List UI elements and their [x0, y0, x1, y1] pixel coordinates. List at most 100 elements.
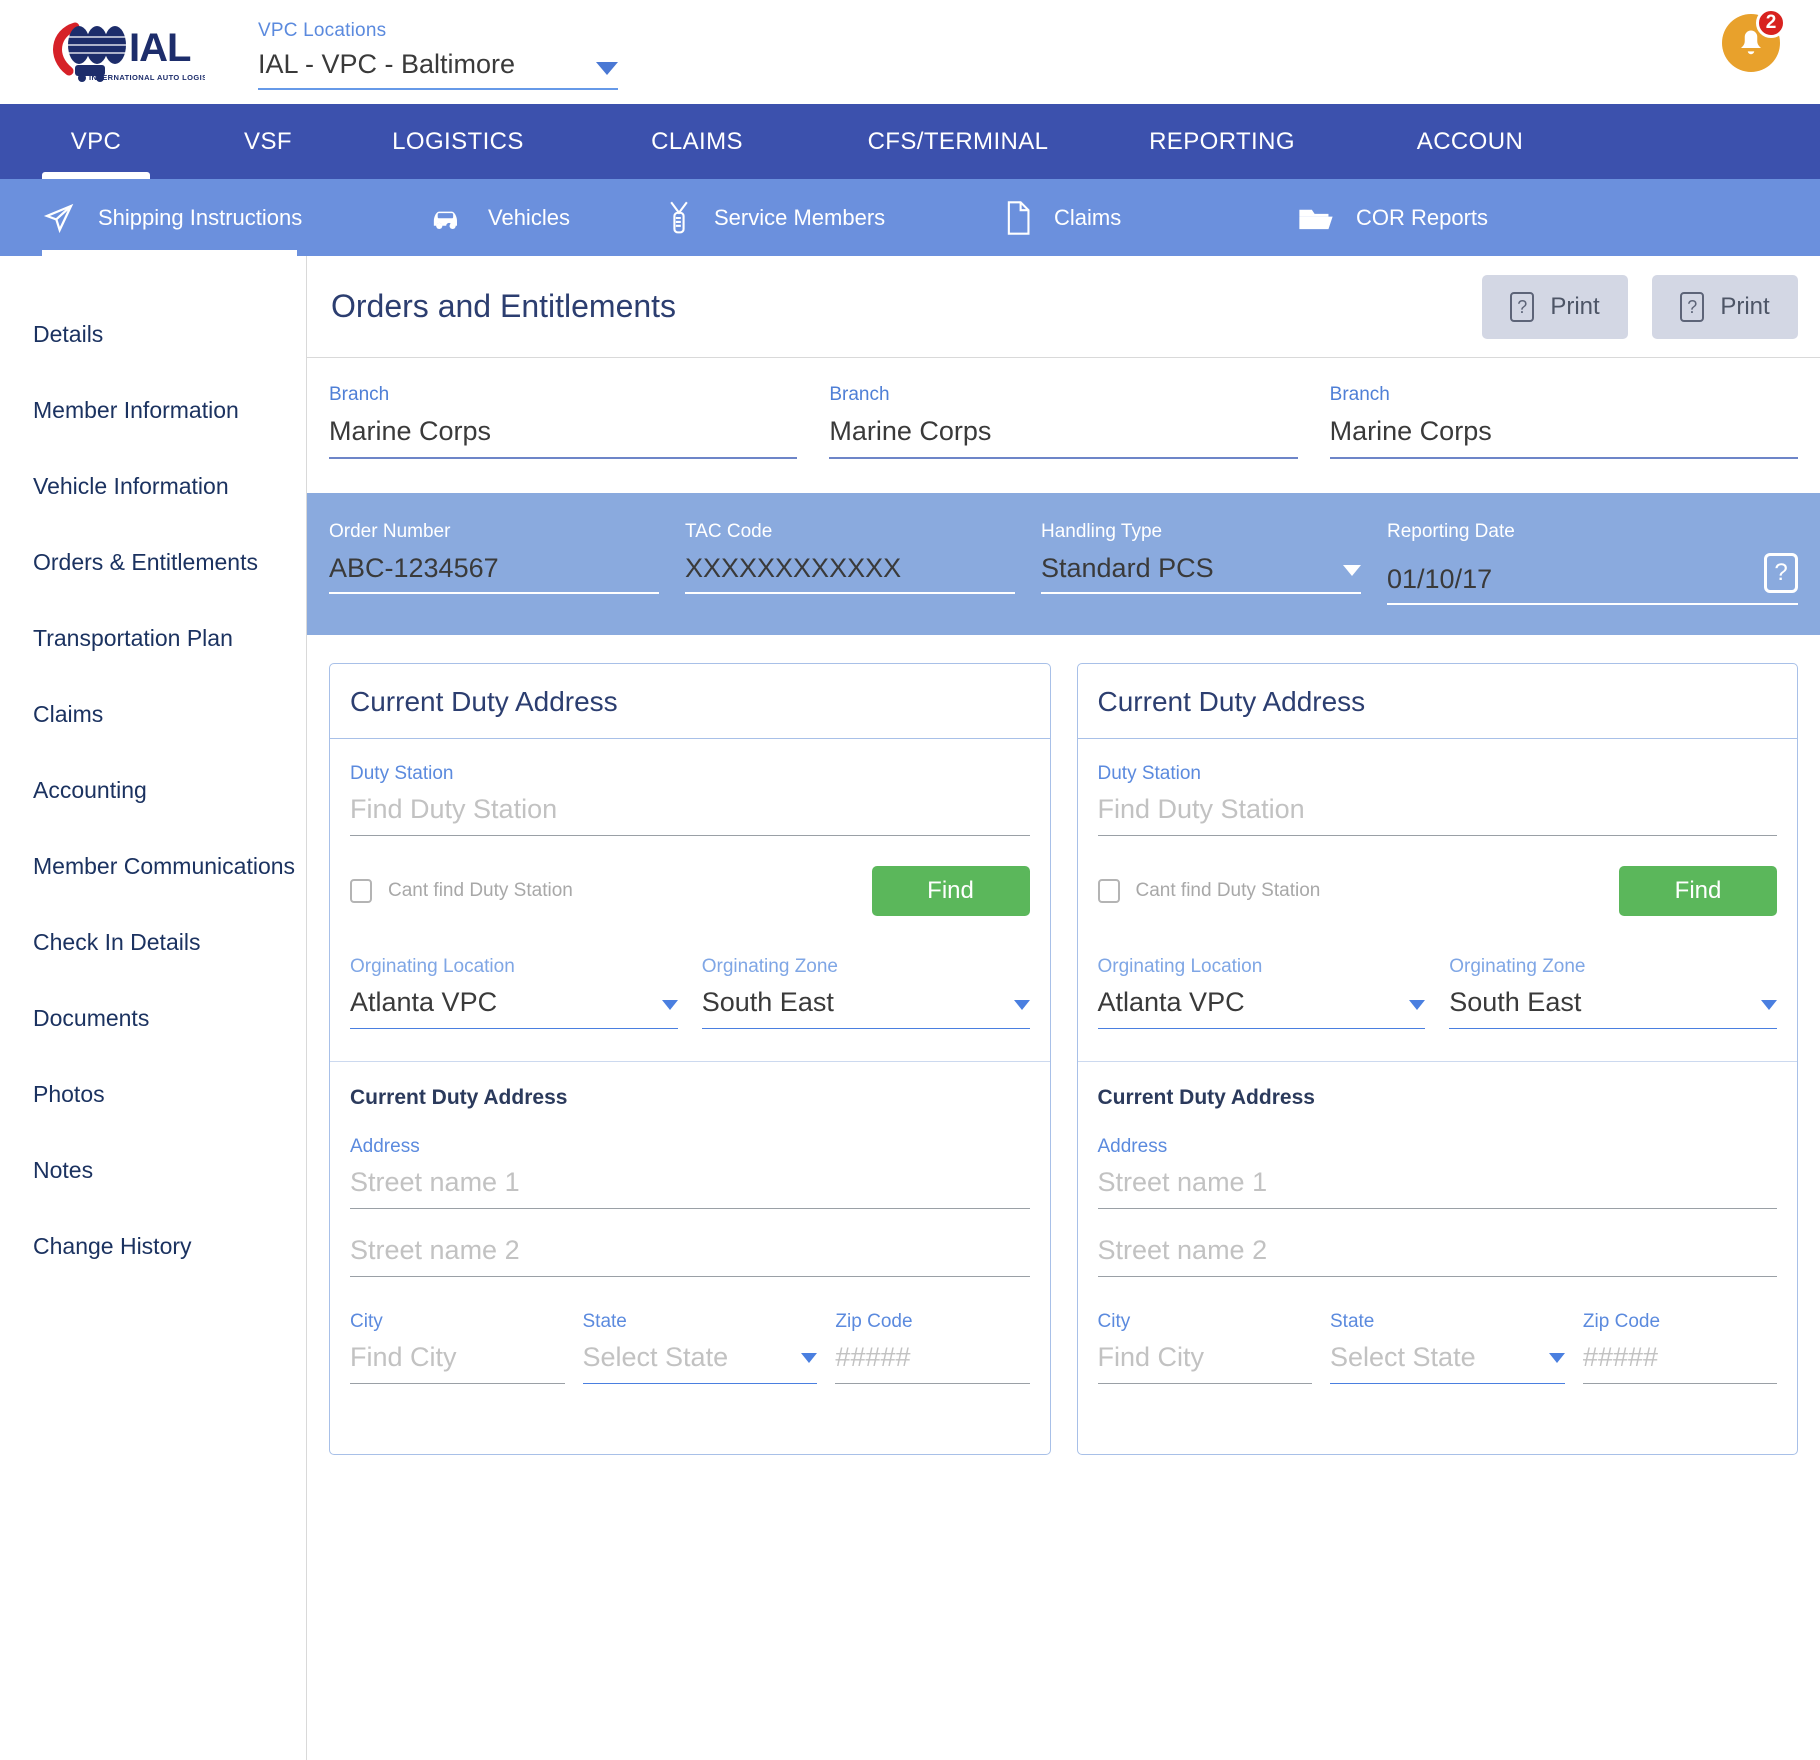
svg-text:INTERNATIONAL AUTO LOGISTICS: INTERNATIONAL AUTO LOGISTICS: [89, 73, 205, 82]
nav-tab-vsf[interactable]: VSF: [192, 104, 344, 179]
card-2-address-label: Address: [1097, 1136, 1168, 1157]
branch-field-1[interactable]: Branch Marine Corps: [329, 384, 798, 459]
card-2-street2-input[interactable]: Street name 2: [1097, 1235, 1777, 1277]
chevron-down-icon: [596, 62, 618, 75]
duty-address-cards: Current Duty Address Duty Station Find D…: [307, 635, 1820, 1455]
vpc-location-value: IAL - VPC - Baltimore: [258, 49, 516, 79]
sidebar-item-check-in-details[interactable]: Check In Details: [0, 904, 306, 980]
page-title: Orders and Entitlements: [331, 288, 677, 324]
nav-tab-cfs-terminal[interactable]: CFS/TERMINAL: [822, 104, 1094, 179]
card-1-zip-field[interactable]: Zip Code #####: [835, 1311, 1030, 1384]
subnav-label-shipping-instructions: Shipping Instructions: [98, 204, 303, 230]
sidebar-item-documents[interactable]: Documents: [0, 980, 306, 1056]
chevron-down-icon: [1343, 565, 1361, 576]
sidebar-item-member-communications[interactable]: Member Communications: [0, 828, 306, 904]
sidebar-item-photos[interactable]: Photos: [0, 1056, 306, 1132]
branch-value-3: Marine Corps: [1329, 416, 1798, 459]
chevron-down-icon: [801, 1353, 818, 1363]
sidebar-item-details[interactable]: Details: [0, 296, 306, 372]
tac-code-label: TAC Code: [685, 521, 773, 542]
app-logo[interactable]: IAL INTERNATIONAL AUTO LOGISTICS: [0, 21, 222, 83]
chevron-down-icon: [1548, 1353, 1565, 1363]
card-1-originating-location-select[interactable]: Orginating Location Atlanta VPC: [350, 956, 678, 1029]
card-1-originating-zone-select[interactable]: Orginating Zone South East: [701, 956, 1030, 1029]
sidebar-item-orders-entitlements[interactable]: Orders & Entitlements: [0, 524, 306, 600]
duty-address-card-1: Current Duty Address Duty Station Find D…: [329, 663, 1051, 1455]
svg-text:IAL: IAL: [129, 26, 191, 70]
card-2-cant-find-checkbox[interactable]: Cant find Duty Station: [1097, 879, 1320, 903]
card-2-city-field[interactable]: City Find City: [1097, 1311, 1312, 1384]
sidebar-item-notes[interactable]: Notes: [0, 1132, 306, 1208]
top-bar: IAL INTERNATIONAL AUTO LOGISTICS VPC Loc…: [0, 0, 1820, 104]
card-2-street1-input[interactable]: Street name 1: [1097, 1167, 1777, 1209]
subnav-item-service-members[interactable]: Service Members: [618, 179, 936, 256]
left-sidebar: Details Member Information Vehicle Infor…: [0, 256, 307, 1760]
sidebar-item-change-history[interactable]: Change History: [0, 1208, 306, 1284]
card-1-street2-input[interactable]: Street name 2: [350, 1235, 1030, 1277]
card-2-duty-station-input[interactable]: Find Duty Station: [1097, 794, 1777, 836]
card-2-duty-station-label: Duty Station: [1097, 763, 1202, 784]
card-2-zip-label: Zip Code: [1582, 1311, 1661, 1332]
subnav-item-claims[interactable]: Claims: [936, 179, 1236, 256]
card-1-city-input[interactable]: Find City: [350, 1342, 565, 1384]
nav-tab-logistics[interactable]: LOGISTICS: [344, 104, 572, 179]
checkbox-icon: [350, 879, 372, 903]
sidebar-item-transportation-plan[interactable]: Transportation Plan: [0, 600, 306, 676]
card-1-find-button[interactable]: Find: [871, 866, 1030, 916]
card-2-originating-zone-select[interactable]: Orginating Zone South East: [1449, 956, 1777, 1029]
nav-tab-claims[interactable]: CLAIMS: [572, 104, 822, 179]
reporting-date-field[interactable]: Reporting Date 01/10/17 ?: [1387, 521, 1798, 605]
print-button-1-label: Print: [1550, 292, 1600, 320]
subnav-item-shipping-instructions[interactable]: Shipping Instructions: [0, 179, 352, 256]
subnav-item-vehicles[interactable]: Vehicles: [352, 179, 618, 256]
sidebar-item-member-information[interactable]: Member Information: [0, 372, 306, 448]
print-button-1[interactable]: ? Print: [1482, 274, 1628, 339]
sidebar-item-claims[interactable]: Claims: [0, 676, 306, 752]
dog-tag-icon: [666, 201, 692, 235]
notification-count-badge: 2: [1756, 8, 1786, 38]
page-body: Details Member Information Vehicle Infor…: [0, 256, 1820, 1760]
tac-code-value: XXXXXXXXXXXX: [685, 553, 902, 583]
card-2-title: Current Duty Address: [1077, 664, 1797, 739]
card-2-zip-input[interactable]: #####: [1582, 1342, 1777, 1384]
sidebar-item-vehicle-information[interactable]: Vehicle Information: [0, 448, 306, 524]
sub-navigation: Shipping Instructions Vehicles Service M…: [0, 179, 1820, 256]
branch-field-2[interactable]: Branch Marine Corps: [829, 384, 1298, 459]
subnav-item-cor-reports[interactable]: COR Reports: [1236, 179, 1536, 256]
branch-value-2: Marine Corps: [829, 416, 1298, 459]
card-1-state-select[interactable]: State Select State: [582, 1311, 818, 1384]
notifications-button[interactable]: 2: [1722, 8, 1786, 72]
card-1-duty-station-input[interactable]: Find Duty Station: [350, 794, 1030, 836]
help-box-icon[interactable]: ?: [1764, 553, 1798, 593]
vpc-location-select[interactable]: VPC Locations IAL - VPC - Baltimore: [258, 14, 618, 90]
checkbox-icon: [1097, 879, 1120, 903]
sidebar-item-accounting[interactable]: Accounting: [0, 752, 306, 828]
card-2-zip-field[interactable]: Zip Code #####: [1582, 1311, 1777, 1384]
content-header: Orders and Entitlements ? Print ? Print: [307, 256, 1820, 358]
nav-tab-accounting[interactable]: ACCOUN: [1350, 104, 1590, 179]
card-2-find-button[interactable]: Find: [1619, 866, 1777, 916]
card-2-originating-location-label: Orginating Location: [1097, 956, 1263, 977]
subnav-label-cor-reports: COR Reports: [1356, 204, 1489, 230]
card-2-originating-location-select[interactable]: Orginating Location Atlanta VPC: [1097, 956, 1426, 1029]
chevron-down-icon: [1409, 1000, 1426, 1010]
order-number-field[interactable]: Order Number ABC-1234567: [329, 521, 659, 605]
print-button-2[interactable]: ? Print: [1652, 274, 1798, 339]
card-1-zip-input[interactable]: #####: [835, 1342, 1030, 1384]
vpc-location-label: VPC Locations: [258, 20, 387, 41]
branch-label-2: Branch: [829, 384, 890, 405]
nav-tab-vpc[interactable]: VPC: [0, 104, 192, 179]
order-details-band: Order Number ABC-1234567 TAC Code XXXXXX…: [307, 493, 1820, 635]
tac-code-field[interactable]: TAC Code XXXXXXXXXXXX: [685, 521, 1015, 605]
card-1-cant-find-checkbox[interactable]: Cant find Duty Station: [350, 879, 573, 903]
card-1-street1-input[interactable]: Street name 1: [350, 1167, 1030, 1209]
handling-type-select[interactable]: Handling Type Standard PCS: [1041, 521, 1361, 605]
card-1-address-label: Address: [350, 1136, 420, 1157]
branch-field-3[interactable]: Branch Marine Corps: [1329, 384, 1798, 459]
nav-tab-reporting[interactable]: REPORTING: [1094, 104, 1350, 179]
card-2-city-input[interactable]: Find City: [1097, 1342, 1312, 1384]
card-2-state-select[interactable]: State Select State: [1330, 1311, 1565, 1384]
chevron-down-icon: [1761, 1000, 1777, 1010]
card-1-city-field[interactable]: City Find City: [350, 1311, 565, 1384]
document-icon: [1004, 200, 1032, 235]
